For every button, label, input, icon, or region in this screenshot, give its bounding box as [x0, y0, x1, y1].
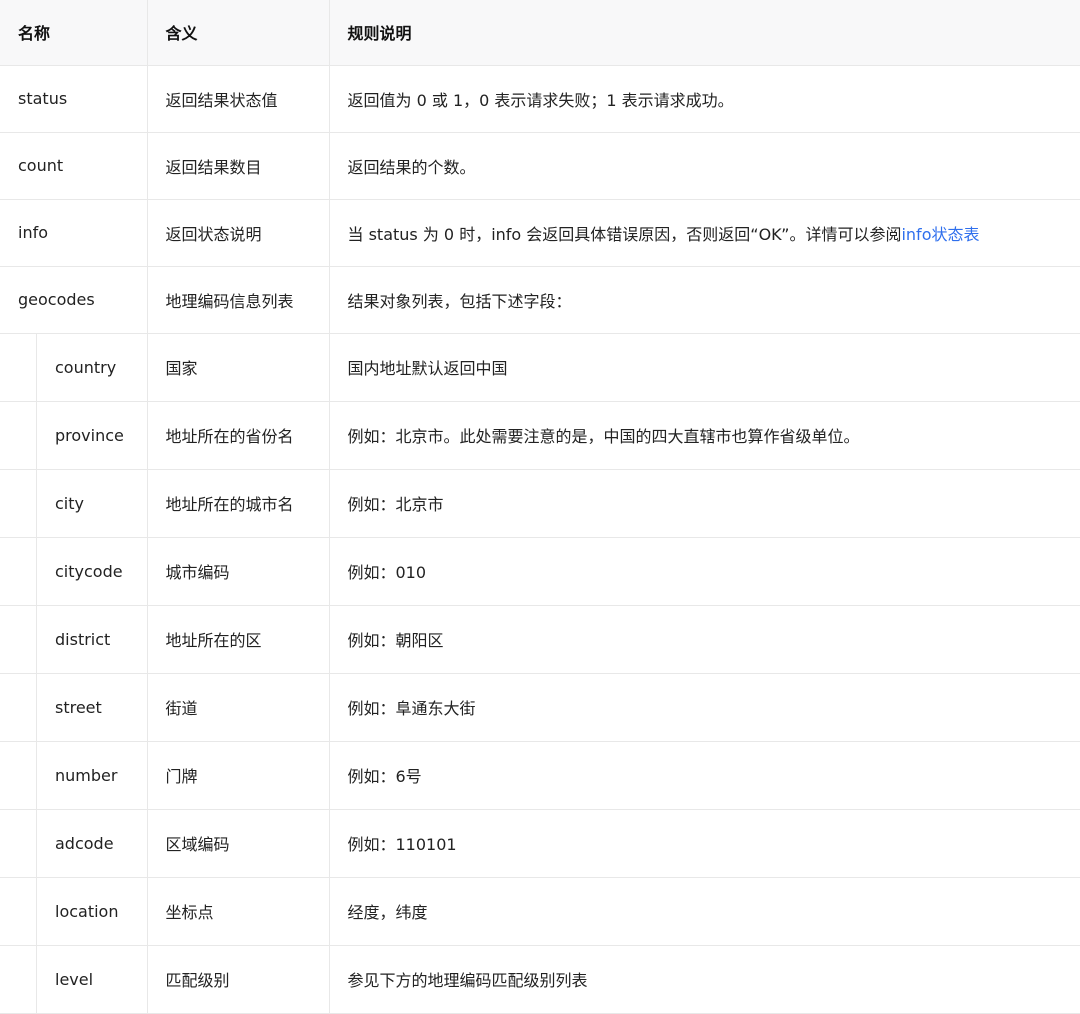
- sub-table-row: location 坐标点 经度，纬度: [0, 877, 1080, 946]
- param-meaning: 地理编码信息列表: [146, 266, 329, 334]
- sub-param-rule: 国内地址默认返回中国: [328, 333, 1080, 402]
- sub-param-name: province: [55, 425, 124, 445]
- sub-param-rule: 例如：北京市: [328, 469, 1080, 538]
- indent-guide: [0, 945, 37, 1012]
- sub-param-name: location: [55, 901, 119, 921]
- sub-param-name: street: [55, 697, 102, 717]
- indent-guide: [0, 469, 37, 536]
- indent-guide: [0, 673, 37, 740]
- param-name: count: [0, 132, 147, 200]
- sub-param-meaning: 地址所在的城市名: [146, 469, 329, 538]
- sub-param-meaning: 匹配级别: [146, 945, 329, 1014]
- indent-guide: [0, 605, 37, 672]
- sub-param-rule: 参见下方的地理编码匹配级别列表: [328, 945, 1080, 1014]
- sub-table-row: level 匹配级别 参见下方的地理编码匹配级别列表: [0, 945, 1080, 1014]
- sub-param-rule: 例如：6号: [328, 741, 1080, 810]
- sub-param-rule: 例如：阜通东大街: [328, 673, 1080, 742]
- sub-param-name-cell: citycode: [0, 537, 147, 606]
- sub-table-row: citycode 城市编码 例如：010: [0, 537, 1080, 606]
- param-name: info: [0, 199, 147, 267]
- indent-guide: [0, 741, 37, 808]
- sub-param-meaning: 坐标点: [146, 877, 329, 946]
- table-row: status 返回结果状态值 返回值为 0 或 1，0 表示请求失败；1 表示请…: [0, 65, 1080, 133]
- sub-param-meaning: 国家: [146, 333, 329, 402]
- sub-param-name-cell: country: [0, 333, 147, 402]
- sub-param-rule: 例如：010: [328, 537, 1080, 606]
- sub-param-name: level: [55, 969, 94, 989]
- indent-guide: [0, 877, 37, 944]
- table-row: count 返回结果数目 返回结果的个数。: [0, 132, 1080, 200]
- param-rule: 返回值为 0 或 1，0 表示请求失败；1 表示请求成功。: [328, 65, 1080, 133]
- param-rule: 返回结果的个数。: [328, 132, 1080, 200]
- sub-param-name: number: [55, 765, 118, 785]
- sub-table-row: city 地址所在的城市名 例如：北京市: [0, 469, 1080, 538]
- param-name: geocodes: [0, 266, 147, 334]
- table-row: geocodes 地理编码信息列表 结果对象列表，包括下述字段：: [0, 266, 1080, 334]
- sub-param-meaning: 城市编码: [146, 537, 329, 606]
- sub-param-name: district: [55, 629, 111, 649]
- info-status-table-link[interactable]: info状态表: [901, 225, 979, 244]
- sub-table-row: district 地址所在的区 例如：朝阳区: [0, 605, 1080, 674]
- sub-param-name-cell: city: [0, 469, 147, 538]
- sub-param-meaning: 区域编码: [146, 809, 329, 878]
- param-rule-cell: 当 status 为 0 时，info 会返回具体错误原因，否则返回“OK”。详…: [328, 199, 1080, 267]
- indent-guide: [0, 537, 37, 604]
- param-meaning: 返回状态说明: [146, 199, 329, 267]
- sub-param-name: country: [55, 357, 117, 377]
- sub-param-name-cell: street: [0, 673, 147, 742]
- sub-param-meaning: 门牌: [146, 741, 329, 810]
- sub-param-rule: 例如：朝阳区: [328, 605, 1080, 674]
- indent-guide: [0, 333, 37, 400]
- sub-param-name: citycode: [55, 561, 123, 581]
- sub-param-rule: 例如：110101: [328, 809, 1080, 878]
- sub-param-meaning: 街道: [146, 673, 329, 742]
- indent-guide: [0, 809, 37, 876]
- sub-param-name: city: [55, 493, 84, 513]
- sub-param-rule: 例如：北京市。此处需要注意的是，中国的四大直辖市也算作省级单位。: [328, 401, 1080, 470]
- sub-param-rule: 经度，纬度: [328, 877, 1080, 946]
- sub-param-name-cell: district: [0, 605, 147, 674]
- sub-param-name-cell: level: [0, 945, 147, 1014]
- param-meaning: 返回结果状态值: [146, 65, 329, 133]
- param-name: status: [0, 65, 147, 133]
- sub-table-row: adcode 区域编码 例如：110101: [0, 809, 1080, 878]
- sub-table-row: country 国家 国内地址默认返回中国: [0, 333, 1080, 402]
- table-header-row: 名称 含义 规则说明: [0, 0, 1080, 66]
- sub-param-name-cell: province: [0, 401, 147, 470]
- sub-param-meaning: 地址所在的省份名: [146, 401, 329, 470]
- table-row: info 返回状态说明 当 status 为 0 时，info 会返回具体错误原…: [0, 199, 1080, 267]
- sub-param-meaning: 地址所在的区: [146, 605, 329, 674]
- api-parameter-table: 名称 含义 规则说明 status 返回结果状态值 返回值为 0 或 1，0 表…: [0, 0, 1080, 1014]
- sub-table-row: province 地址所在的省份名 例如：北京市。此处需要注意的是，中国的四大直…: [0, 401, 1080, 470]
- param-rule: 结果对象列表，包括下述字段：: [328, 266, 1080, 334]
- indent-guide: [0, 401, 37, 468]
- param-meaning: 返回结果数目: [146, 132, 329, 200]
- header-rule: 规则说明: [328, 0, 1080, 66]
- sub-table-row: number 门牌 例如：6号: [0, 741, 1080, 810]
- sub-param-name-cell: location: [0, 877, 147, 946]
- header-name: 名称: [0, 0, 147, 66]
- sub-table-row: street 街道 例如：阜通东大街: [0, 673, 1080, 742]
- sub-param-name: adcode: [55, 833, 114, 853]
- sub-param-name-cell: adcode: [0, 809, 147, 878]
- sub-param-name-cell: number: [0, 741, 147, 810]
- header-meaning: 含义: [146, 0, 329, 66]
- param-rule: 当 status 为 0 时，info 会返回具体错误原因，否则返回“OK”。详…: [347, 224, 902, 244]
